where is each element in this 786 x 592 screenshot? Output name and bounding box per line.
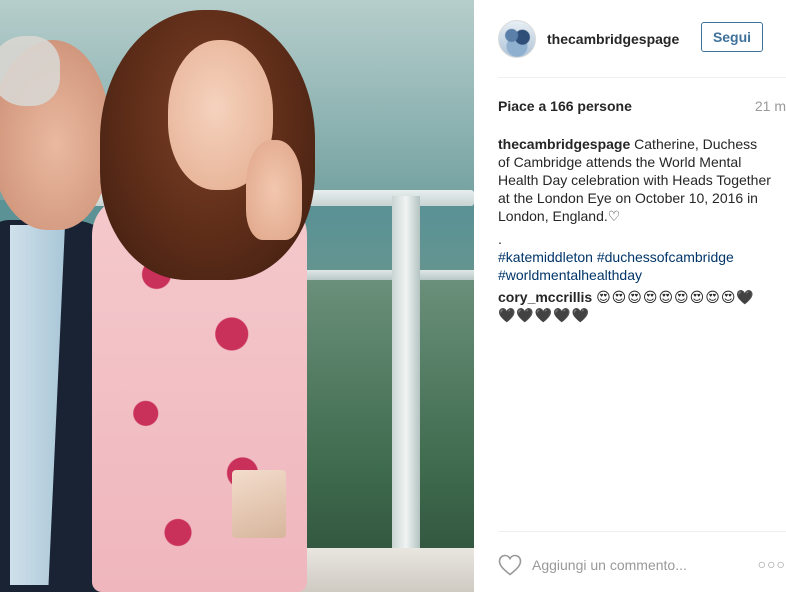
woman-waving-hand xyxy=(246,140,302,240)
caption-dot: . xyxy=(498,230,772,248)
more-options-icon[interactable]: ○○○ xyxy=(758,556,786,572)
hashtag-link[interactable]: #katemiddleton xyxy=(498,249,593,265)
comments-list: thecambridgespage Catherine, Duchess of … xyxy=(498,135,772,324)
avatar[interactable] xyxy=(498,20,536,58)
footer-divider xyxy=(498,531,786,532)
post-footer: ○○○ xyxy=(498,548,786,582)
likes-count[interactable]: Piace a 166 persone xyxy=(498,98,632,114)
header-username[interactable]: thecambridgespage xyxy=(547,31,679,47)
comment-username[interactable]: cory_mccrillis xyxy=(498,289,592,305)
woman-clutch-bag xyxy=(232,470,286,538)
heart-icon[interactable] xyxy=(498,554,522,576)
hashtag-link[interactable]: #worldmentalhealthday xyxy=(498,267,642,283)
caption: thecambridgespage Catherine, Duchess of … xyxy=(498,135,772,225)
hashtag-link[interactable]: #duchessofcambridge xyxy=(597,249,734,265)
comment-item: cory_mccrillis 😍😍😍😍😍😍😍😍😍🖤🖤🖤🖤🖤🖤 xyxy=(498,288,772,324)
header-divider xyxy=(498,77,786,78)
post-time[interactable]: 21 m xyxy=(755,98,786,114)
follow-button[interactable]: Segui xyxy=(701,22,763,52)
man-hair xyxy=(0,36,60,106)
caption-username[interactable]: thecambridgespage xyxy=(498,136,630,152)
post-header: thecambridgespage Segui xyxy=(498,18,786,60)
likes-row: Piace a 166 persone 21 m xyxy=(498,98,786,114)
instagram-post: thecambridgespage Segui Piace a 166 pers… xyxy=(0,0,786,592)
railing-post xyxy=(392,196,420,566)
caption-dot-text: . xyxy=(498,231,502,247)
post-photo[interactable] xyxy=(0,0,474,592)
hashtags: #katemiddleton #duchessofcambridge #worl… xyxy=(498,248,778,284)
post-details-panel: thecambridgespage Segui Piace a 166 pers… xyxy=(474,0,786,592)
add-comment-input[interactable] xyxy=(532,557,732,573)
